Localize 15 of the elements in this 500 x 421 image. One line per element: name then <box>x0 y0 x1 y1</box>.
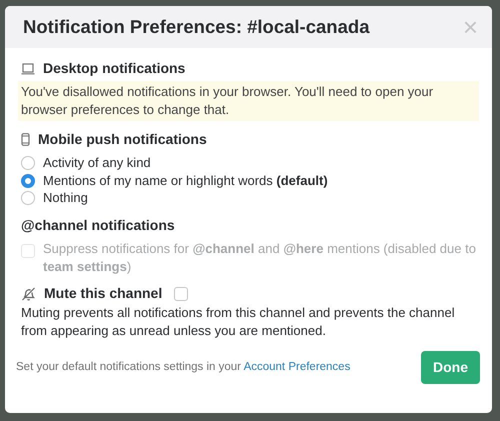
warning-message: You've disallowed notifications in your browser. You'll need to open your browser preferences to change that. <box>18 81 479 122</box>
section-heading: @channel notifications <box>21 216 176 236</box>
done-button[interactable]: Done <box>421 351 480 384</box>
dialog-title: Notification Preferences: #local-canada <box>23 15 370 40</box>
section-heading: Desktop notifications <box>43 59 186 78</box>
option-label: Nothing <box>43 189 88 208</box>
section-heading: Mobile push notifications <box>38 130 207 150</box>
mute-description: Muting prevents all notifications from this channel and prevents the channel from appearing as unread unless you are mentioned. <box>21 304 456 340</box>
suppress-label: Suppress notifications for @channel and @here mentions (disabled due to team settings) <box>43 240 476 276</box>
account-preferences-link[interactable]: Account Preferences <box>244 361 350 374</box>
option-label: Activity of any kind <box>43 154 151 172</box>
option-label: Mentions of my name or highlight words (default) <box>43 172 328 190</box>
mute-label: Mute this channel <box>44 284 162 304</box>
close-button[interactable]: × <box>462 14 478 40</box>
footer-text: Set your default notifications settings in your Account Preferences <box>16 360 350 376</box>
